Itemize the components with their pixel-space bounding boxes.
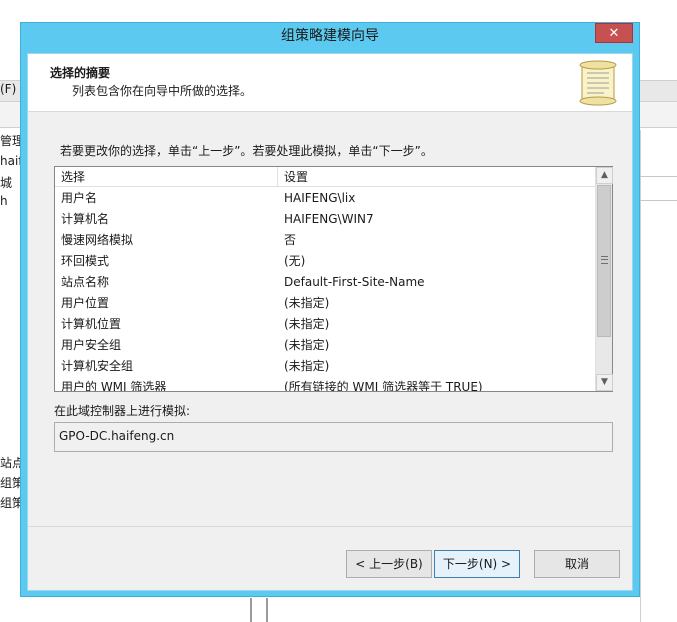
row-selection-cell: 用户名: [61, 191, 98, 205]
scrollbar-grip-icon: [601, 256, 608, 264]
background-tree-item[interactable]: 城: [0, 174, 12, 191]
row-setting-cell: (无): [284, 254, 306, 268]
scrollbar-thumb[interactable]: [597, 185, 611, 337]
row-setting-cell: HAIFENG\WIN7: [284, 212, 374, 226]
row-selection-cell: 计算机名: [61, 212, 110, 226]
background-divider: [640, 176, 677, 177]
row-setting-cell: Default-First-Site-Name: [284, 275, 425, 289]
list-row[interactable]: 环回模式 (无): [55, 251, 595, 272]
domain-controller-field: GPO-DC.haifeng.cn: [54, 422, 613, 452]
cancel-button[interactable]: 取消: [534, 550, 620, 578]
instruction-text: 若要更改你的选择，单击“上一步”。若要处理此模拟，单击“下一步”。: [60, 144, 433, 158]
close-button[interactable]: ✕: [595, 23, 633, 43]
list-row[interactable]: 计算机名 HAIFENG\WIN7: [55, 209, 595, 230]
scroll-up-arrow-icon[interactable]: ▲: [596, 167, 613, 184]
row-setting-cell: (未指定): [284, 338, 330, 352]
footer-divider: [28, 526, 632, 527]
list-row[interactable]: 用户安全组 (未指定): [55, 335, 595, 356]
row-setting-cell: HAIFENG\lix: [284, 191, 356, 205]
domain-controller-label: 在此域控制器上进行模拟:: [54, 404, 191, 418]
gpo-modeling-wizard-dialog: 组策略建模向导 ✕ 选择的摘要 列表包含你在向导中所做的选择。 若要更改你的选择…: [20, 22, 640, 597]
back-button[interactable]: < 上一步(B): [346, 550, 432, 578]
row-setting-cell: (未指定): [284, 359, 330, 373]
row-setting-cell: (未指定): [284, 317, 330, 331]
row-selection-cell: 计算机安全组: [61, 359, 134, 373]
background-splitter: [250, 598, 268, 622]
row-selection-cell: 计算机位置: [61, 317, 122, 331]
wizard-step-title: 选择的摘要: [50, 66, 111, 80]
column-header-selection[interactable]: 选择: [55, 167, 277, 187]
row-setting-cell: (未指定): [284, 296, 330, 310]
row-setting-cell: (所有链接的 WMI 筛选器等于 TRUE): [284, 380, 483, 391]
row-selection-cell: 慢速网络模拟: [61, 233, 134, 247]
background-right-pane: [640, 130, 677, 622]
list-row[interactable]: 用户的 WMI 筛选器 (所有链接的 WMI 筛选器等于 TRUE): [55, 377, 595, 391]
list-header: 选择 设置: [55, 167, 595, 187]
row-selection-cell: 用户的 WMI 筛选器: [61, 380, 167, 391]
list-row[interactable]: 计算机安全组 (未指定): [55, 356, 595, 377]
row-setting-cell: 否: [284, 233, 297, 247]
background-menu-file[interactable]: (F): [0, 82, 16, 96]
column-header-setting[interactable]: 设置: [277, 167, 595, 187]
list-row[interactable]: 用户位置 (未指定): [55, 293, 595, 314]
list-rows: 用户名 HAIFENG\lix 计算机名 HAIFENG\WIN7 慢速网络模拟 否环回模…: [55, 188, 595, 391]
list-row[interactable]: 用户名 HAIFENG\lix: [55, 188, 595, 209]
dialog-body: 选择的摘要 列表包含你在向导中所做的选择。 若要更改你的选择，单击“上一步”。若…: [27, 53, 633, 591]
row-selection-cell: 站点名称: [61, 275, 110, 289]
vertical-scrollbar[interactable]: ▲ ▼: [595, 167, 613, 391]
list-row[interactable]: 计算机位置 (未指定): [55, 314, 595, 335]
list-row[interactable]: 慢速网络模拟 否: [55, 230, 595, 251]
wizard-step-subtitle: 列表包含你在向导中所做的选择。: [72, 84, 253, 98]
next-button[interactable]: 下一步(N) >: [434, 550, 520, 578]
row-selection-cell: 环回模式: [61, 254, 110, 268]
summary-list-view[interactable]: 选择 设置 用户名 HAIFENG\lix 计算机名 HAIFENG\WIN7 慢速网络…: [54, 166, 613, 392]
background-divider: [640, 200, 677, 201]
row-selection-cell: 用户安全组: [61, 338, 122, 352]
scroll-icon: [579, 60, 617, 106]
background-tree-item[interactable]: h: [0, 194, 8, 208]
dialog-title: 组策略建模向导: [281, 28, 379, 44]
row-selection-cell: 用户位置: [61, 296, 110, 310]
close-icon: ✕: [608, 25, 620, 41]
scroll-down-arrow-icon[interactable]: ▼: [596, 374, 613, 391]
list-row[interactable]: 站点名称 Default-First-Site-Name: [55, 272, 595, 293]
wizard-header: 选择的摘要 列表包含你在向导中所做的选择。: [28, 54, 632, 112]
